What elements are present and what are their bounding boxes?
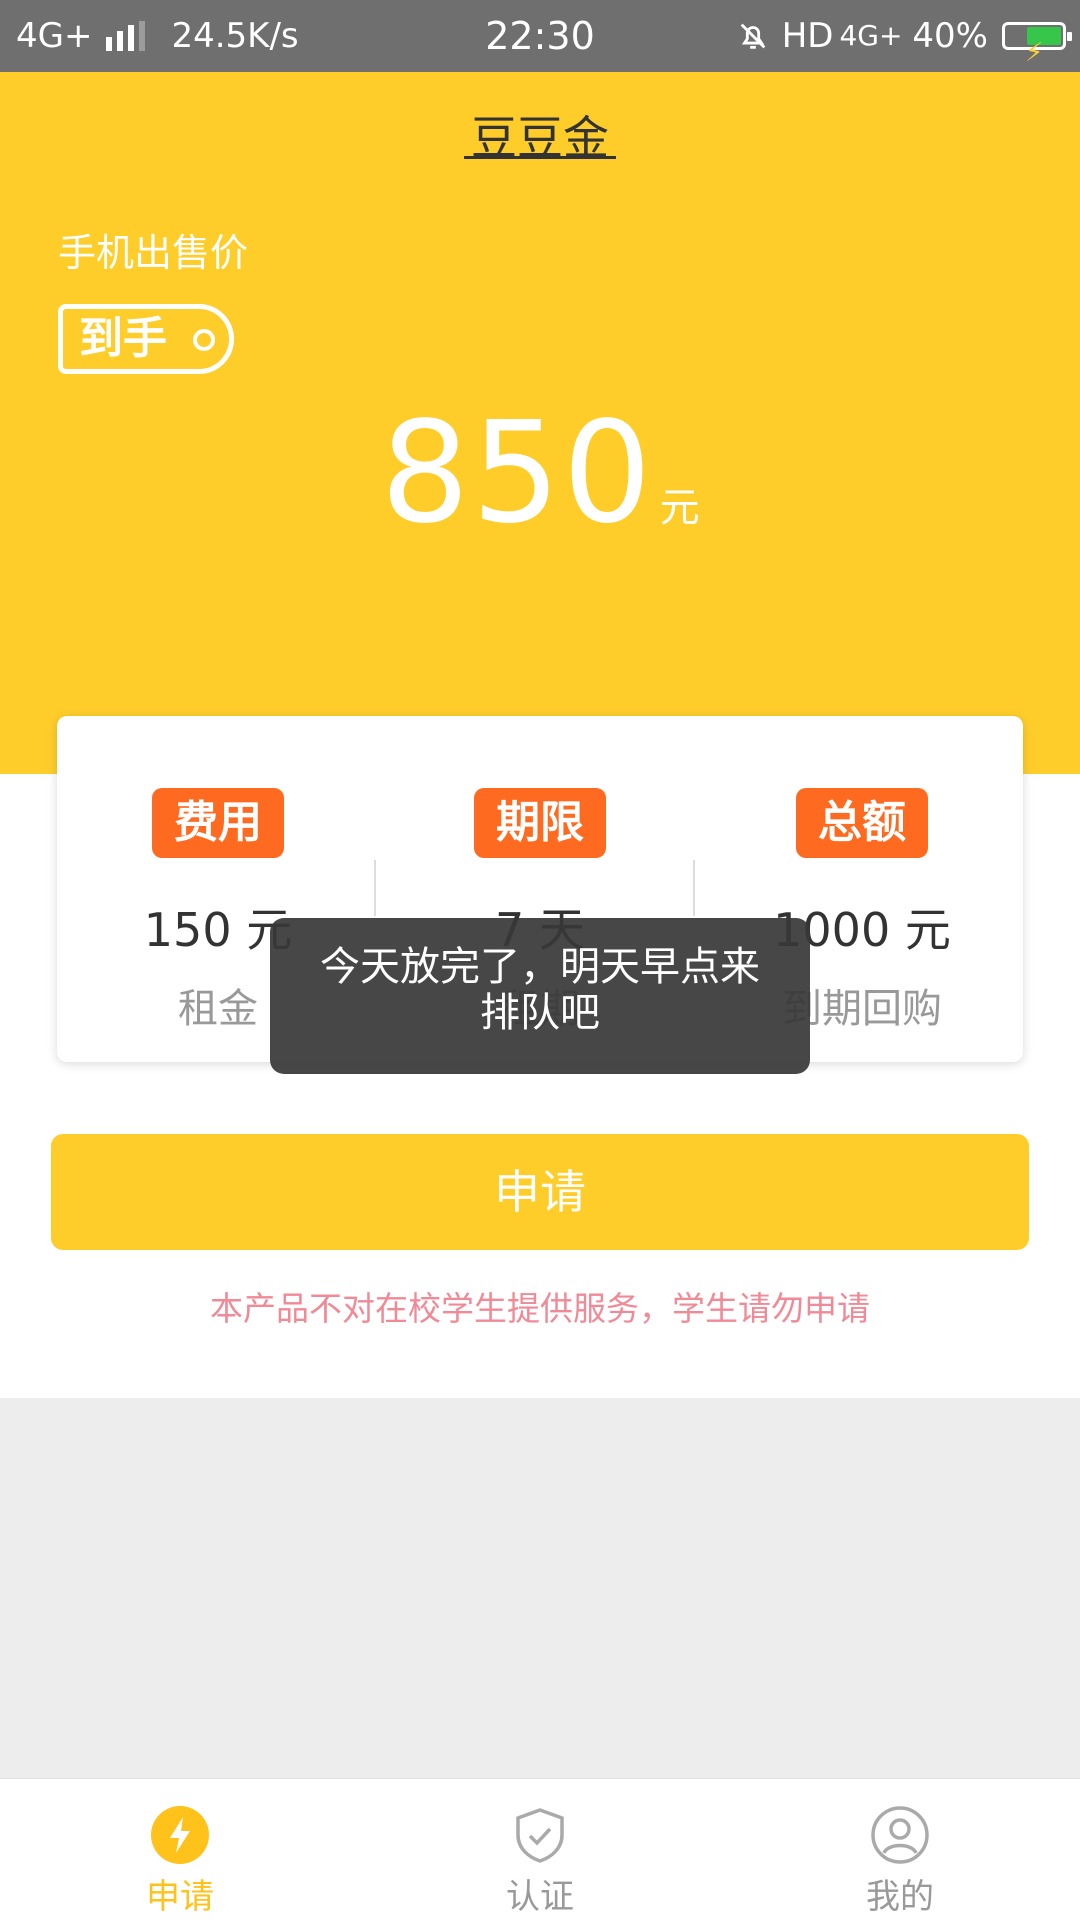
shield-check-icon (516, 1808, 564, 1863)
total-badge: 总额 (796, 788, 928, 858)
tab-mine-label: 我的 (866, 1877, 934, 1917)
battery-icon: ⚡ (1002, 22, 1072, 68)
fee-badge: 费用 (152, 788, 284, 858)
user-icon (871, 1806, 929, 1864)
apply-button[interactable]: 申请 (51, 1134, 1029, 1250)
status-bar: 4G+ 24.5K/s 22:30 HD 4G+ 40% ⚡ (0, 0, 1080, 72)
toast-line-1: 今天放完了，明天早点来 (320, 944, 760, 990)
toast-message: 今天放完了，明天早点来 排队吧 (270, 918, 810, 1074)
lightning-icon (151, 1806, 209, 1864)
network-type-right: 4G+ (839, 19, 903, 52)
term-badge: 期限 (474, 788, 606, 858)
tab-verify-label: 认证 (506, 1877, 574, 1917)
divider (374, 860, 376, 916)
toast-line-2: 排队吧 (480, 990, 600, 1036)
app-screen: 4G+ 24.5K/s 22:30 HD 4G+ 40% ⚡ 豆豆金 手机出售价… (0, 0, 1080, 1920)
title-underline (464, 156, 616, 159)
tab-mine[interactable]: 我的 (720, 1779, 1080, 1920)
price-display: 850 元 (0, 392, 1080, 555)
price-unit: 元 (659, 485, 700, 531)
sale-price-label: 手机出售价 (58, 231, 249, 275)
tag-label: 到手 (79, 313, 167, 364)
divider (693, 860, 695, 916)
price-header: 豆豆金 手机出售价 到手 850 元 (0, 72, 1080, 774)
tab-apply-label: 申请 (146, 1877, 214, 1917)
status-right: HD 4G+ 40% ⚡ (736, 0, 1072, 72)
student-notice: 本产品不对在校学生提供服务，学生请勿申请 (210, 1289, 870, 1328)
bottom-tab-bar: 申请 认证 我的 (0, 1778, 1080, 1920)
tag-hole-icon (193, 329, 215, 351)
bell-muted-icon (740, 23, 766, 49)
tab-verify[interactable]: 认证 (360, 1779, 720, 1920)
price-value: 850 (380, 392, 654, 555)
tab-apply[interactable]: 申请 (0, 1779, 360, 1920)
received-tag: 到手 (58, 304, 234, 374)
hd-indicator: HD (781, 16, 834, 56)
battery-percent: 40% (912, 16, 988, 56)
